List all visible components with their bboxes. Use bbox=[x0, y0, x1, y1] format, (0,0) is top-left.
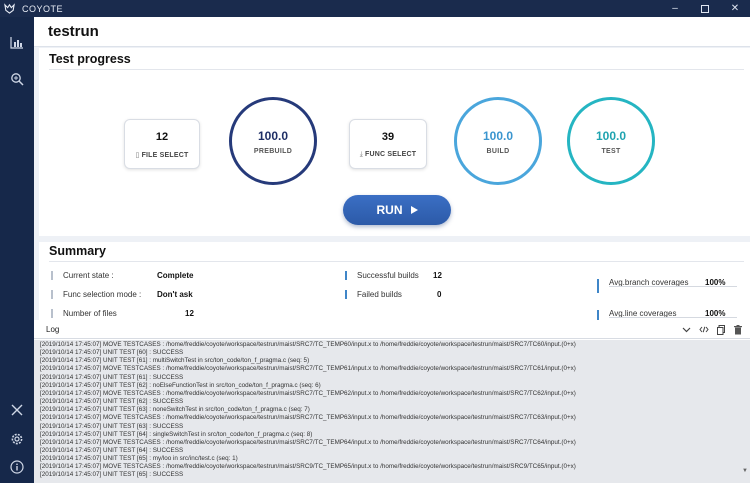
search-icon[interactable] bbox=[8, 70, 26, 88]
log-line: [2019/10/14 17:45:07] UNIT TEST [65] : m… bbox=[40, 455, 238, 463]
file-icon: ▯ bbox=[135, 152, 140, 159]
failed-builds-label: Failed builds bbox=[357, 290, 402, 299]
successful-builds-row: Successful builds 12 bbox=[345, 271, 442, 280]
test-step[interactable]: 100.0 TEST bbox=[567, 97, 655, 185]
log-line: [2019/10/14 17:45:07] MOVE TESTCASES : /… bbox=[40, 438, 576, 446]
num-files-row: Number of files 12 bbox=[51, 309, 194, 318]
func-select-step[interactable]: 39 ⤓ FUNC SELECT bbox=[349, 119, 427, 169]
log-output[interactable]: [2019/10/14 17:45:07] MOVE TESTCASES : /… bbox=[34, 340, 750, 483]
summary-title: Summary bbox=[49, 244, 106, 258]
divider bbox=[49, 69, 744, 70]
chevron-down-icon[interactable] bbox=[678, 323, 695, 336]
page-header: testrun bbox=[34, 17, 750, 47]
scroll-down-icon[interactable]: ▼ bbox=[742, 468, 748, 474]
log-line: [2019/10/14 17:45:07] MOVE TESTCASES : /… bbox=[40, 365, 576, 373]
current-state-value: Complete bbox=[157, 271, 194, 280]
divider bbox=[609, 286, 737, 287]
maximize-icon[interactable] bbox=[690, 0, 720, 17]
failed-builds-value: 0 bbox=[437, 290, 442, 299]
log-line: [2019/10/14 17:45:07] MOVE TESTCASES : /… bbox=[40, 389, 576, 397]
divider bbox=[49, 261, 744, 262]
minimize-icon[interactable]: – bbox=[660, 0, 690, 17]
close-icon[interactable]: ✕ bbox=[720, 0, 750, 17]
func-select-label: FUNC SELECT bbox=[365, 151, 417, 158]
current-state-row: Current state : Complete bbox=[51, 271, 193, 280]
log-line: [2019/10/14 17:45:07] MOVE TESTCASES : /… bbox=[40, 414, 576, 422]
failed-builds-row: Failed builds 0 bbox=[345, 290, 441, 299]
log-line: [2019/10/14 17:45:07] UNIT TEST [65] : S… bbox=[40, 471, 184, 479]
function-icon: ⤓ bbox=[359, 151, 364, 158]
log-line: [2019/10/14 17:45:07] MOVE TESTCASES : /… bbox=[40, 341, 576, 348]
func-mode-row: Func selection mode : Don't ask bbox=[51, 290, 193, 299]
log-line: [2019/10/14 17:45:07] UNIT TEST [61] : S… bbox=[40, 373, 184, 381]
log-line: [2019/10/14 17:45:07] UNIT TEST [62] : S… bbox=[40, 398, 184, 406]
coyote-logo-icon bbox=[0, 0, 18, 17]
file-select-step[interactable]: 12 ▯ FILE SELECT bbox=[124, 119, 200, 169]
close-icon[interactable] bbox=[8, 401, 26, 419]
successful-builds-value: 12 bbox=[433, 271, 442, 280]
current-state-label: Current state : bbox=[63, 271, 114, 280]
copy-icon[interactable] bbox=[712, 323, 729, 336]
log-line: [2019/10/14 17:45:07] UNIT TEST [61] : m… bbox=[40, 357, 310, 365]
title-bar: COYOTE – ✕ bbox=[0, 0, 750, 17]
file-select-value: 12 bbox=[155, 131, 169, 143]
log-line: [2019/10/14 17:45:07] UNIT TEST [63] : n… bbox=[40, 406, 310, 414]
prebuild-step[interactable]: 100.0 PREBUILD bbox=[229, 97, 317, 185]
play-icon bbox=[410, 206, 418, 214]
log-line: [2019/10/14 17:45:07] UNIT TEST [63] : S… bbox=[40, 422, 184, 430]
file-select-label: FILE SELECT bbox=[141, 152, 189, 159]
log-line: [2019/10/14 17:45:07] UNIT TEST [62] : n… bbox=[40, 381, 321, 389]
prebuild-value: 100.0 bbox=[257, 129, 289, 143]
bar-chart-icon[interactable] bbox=[8, 34, 26, 52]
divider bbox=[609, 317, 737, 318]
func-mode-label: Func selection mode : bbox=[63, 290, 142, 299]
log-line: [2019/10/14 17:45:07] MOVE TESTCASES : /… bbox=[40, 463, 576, 471]
main-content: testrun Test progress 12 ▯ FILE SELECT 10… bbox=[34, 17, 750, 483]
page-title: testrun bbox=[48, 23, 99, 40]
trash-icon[interactable] bbox=[729, 323, 746, 336]
num-files-label: Number of files bbox=[63, 309, 117, 318]
run-button[interactable]: RUN bbox=[343, 195, 451, 225]
log-title: Log bbox=[46, 325, 60, 334]
func-select-value: 39 bbox=[381, 131, 395, 143]
code-icon[interactable] bbox=[695, 323, 712, 336]
test-label: TEST bbox=[601, 148, 621, 155]
successful-builds-label: Successful builds bbox=[357, 271, 419, 280]
run-label: RUN bbox=[376, 203, 403, 217]
test-progress-panel: Test progress 12 ▯ FILE SELECT 100.0 PREB… bbox=[39, 48, 750, 236]
test-value: 100.0 bbox=[595, 129, 627, 143]
log-panel: Log [2019/10/14 17:45:07] MOVE TESTCASES… bbox=[34, 320, 750, 483]
func-mode-value: Don't ask bbox=[157, 290, 193, 299]
avg-branch-row: Avg.branch coverages 100% bbox=[597, 271, 725, 293]
info-icon[interactable] bbox=[8, 458, 26, 476]
build-step[interactable]: 100.0 BUILD bbox=[454, 97, 542, 185]
gear-icon[interactable] bbox=[8, 430, 26, 448]
log-line: [2019/10/14 17:45:07] UNIT TEST [60] : S… bbox=[40, 349, 184, 357]
log-line: [2019/10/14 17:45:07] UNIT TEST [64] : s… bbox=[40, 430, 313, 438]
build-label: BUILD bbox=[486, 148, 510, 155]
log-line: [2019/10/14 17:45:07] UNIT TEST [64] : S… bbox=[40, 446, 184, 454]
test-progress-title: Test progress bbox=[49, 52, 131, 66]
app-title: COYOTE bbox=[22, 3, 64, 14]
sidebar bbox=[0, 17, 34, 483]
num-files-value: 12 bbox=[185, 309, 194, 318]
log-header: Log bbox=[34, 320, 750, 339]
prebuild-label: PREBUILD bbox=[253, 148, 293, 155]
build-value: 100.0 bbox=[482, 129, 514, 143]
